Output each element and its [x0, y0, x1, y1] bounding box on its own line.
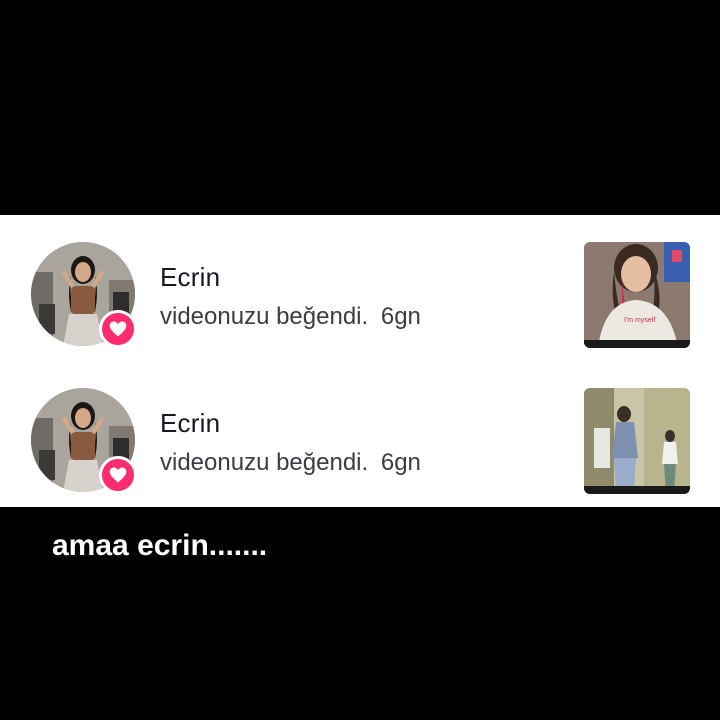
notification-text: videonuzu beğendi. 6gn	[160, 302, 421, 332]
action-text: videonuzu beğendi.	[160, 449, 369, 476]
notification-text: videonuzu beğendi. 6gn	[160, 448, 421, 478]
thumbnail-image	[584, 388, 690, 494]
notification-row[interactable]: Ecrin videonuzu beğendi. 6gn	[0, 361, 720, 507]
avatar-container[interactable]	[31, 388, 137, 494]
like-badge	[99, 456, 137, 494]
screen: Ecrin videonuzu beğendi. 6gn I'm myself	[0, 0, 720, 720]
video-thumbnail[interactable]: I'm myself	[584, 242, 690, 348]
video-caption: amaa ecrin.......	[52, 529, 268, 562]
action-text: videonuzu beğendi.	[160, 303, 369, 330]
heart-icon	[109, 467, 127, 483]
username[interactable]: Ecrin	[160, 262, 220, 292]
timestamp: 6gn	[380, 303, 421, 330]
heart-icon	[109, 321, 127, 337]
username[interactable]: Ecrin	[160, 408, 220, 438]
notification-row[interactable]: Ecrin videonuzu beğendi. 6gn I'm myself	[0, 215, 720, 361]
video-thumbnail[interactable]	[584, 388, 690, 494]
notifications-list: Ecrin videonuzu beğendi. 6gn I'm myself	[0, 215, 720, 507]
thumbnail-image: I'm myself	[584, 242, 690, 348]
avatar-container[interactable]	[31, 242, 137, 348]
timestamp: 6gn	[380, 449, 421, 476]
like-badge	[99, 310, 137, 348]
svg-text:I'm myself: I'm myself	[624, 317, 655, 324]
